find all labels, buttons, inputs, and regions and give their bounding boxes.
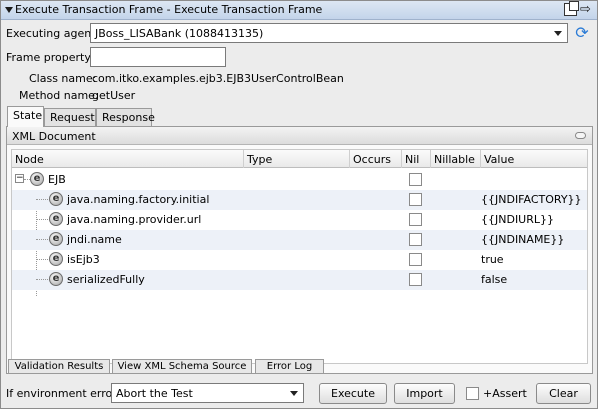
nil-checkbox[interactable]: [409, 233, 422, 246]
element-icon: e: [49, 192, 63, 206]
xml-table: Node Type Occurs Nil Nillable Value − e …: [11, 149, 588, 364]
window-title: Execute Transaction Frame - Execute Tran…: [15, 3, 323, 16]
method-name-label: Method name:: [19, 89, 99, 102]
element-icon: e: [49, 212, 63, 226]
column-header-nillable[interactable]: Nillable: [431, 150, 481, 168]
element-icon: e: [30, 172, 44, 186]
column-header-value[interactable]: Value: [481, 150, 587, 168]
tab-request[interactable]: Request: [44, 108, 96, 127]
column-header-type[interactable]: Type: [244, 150, 350, 168]
node-value[interactable]: {{JNDIURL}}: [481, 213, 554, 226]
node-name: jndi.name: [67, 233, 122, 246]
node-name: java.naming.factory.initial: [67, 193, 210, 206]
class-name-value: com.itko.examples.ejb3.EJB3UserControlBe…: [92, 72, 344, 85]
collapse-triangle-icon[interactable]: [5, 7, 13, 13]
execute-button[interactable]: Execute: [319, 383, 387, 404]
column-header-node[interactable]: Node: [12, 150, 244, 168]
method-name-value: getUser: [92, 89, 136, 102]
class-name-label: Class name:: [29, 72, 97, 85]
chevron-down-icon: [554, 31, 562, 36]
tab-validation-results[interactable]: Validation Results: [8, 359, 110, 374]
nil-checkbox[interactable]: [409, 253, 422, 266]
nil-checkbox[interactable]: [409, 173, 422, 186]
executing-agent-label: Executing agent:: [6, 27, 100, 40]
table-row[interactable]: e java.naming.factory.initial {{JNDIFACT…: [12, 190, 587, 210]
table-header: Node Type Occurs Nil Nillable Value: [12, 150, 587, 168]
node-name: serializedFully: [67, 273, 145, 286]
detach-window-icon[interactable]: [564, 1, 579, 16]
panel-title: XML Document: [12, 130, 96, 143]
chevron-down-icon: [290, 391, 298, 396]
collapse-icon[interactable]: −: [15, 174, 24, 183]
frame-property-label: Frame property:: [6, 51, 94, 64]
tab-view-xml-schema-source[interactable]: View XML Schema Source: [112, 359, 252, 374]
env-error-label: If environment error:: [6, 387, 121, 400]
clear-button[interactable]: Clear: [536, 383, 591, 404]
table-row[interactable]: e isEjb3 true: [12, 250, 587, 270]
column-header-nil[interactable]: Nil: [402, 150, 431, 168]
tab-state[interactable]: State: [7, 106, 44, 127]
panel-header: XML Document: [7, 127, 592, 145]
refresh-icon[interactable]: ⟳: [573, 24, 591, 42]
node-name: isEjb3: [67, 253, 100, 266]
frame-property-input[interactable]: [90, 47, 226, 67]
nil-checkbox[interactable]: [409, 273, 422, 286]
node-name: java.naming.provider.url: [67, 213, 202, 226]
executing-agent-value: JBoss_LISABank (1088413135): [95, 27, 264, 40]
column-header-occurs[interactable]: Occurs: [350, 150, 402, 168]
element-icon: e: [49, 272, 63, 286]
node-name: EJB: [48, 173, 66, 186]
resize-grip-icon[interactable]: [575, 132, 586, 139]
nil-checkbox[interactable]: [409, 213, 422, 226]
import-button[interactable]: Import: [394, 383, 455, 404]
table-row[interactable]: e serializedFully false: [12, 270, 587, 290]
tab-response[interactable]: Response: [96, 108, 155, 127]
arrow-right-icon[interactable]: ⇨: [580, 2, 591, 17]
node-value[interactable]: {{JNDIFACTORY}}: [481, 193, 582, 206]
execute-transaction-frame: Execute Transaction Frame - Execute Tran…: [0, 0, 598, 409]
assert-checkbox[interactable]: [466, 387, 479, 400]
title-bar: Execute Transaction Frame - Execute Tran…: [1, 1, 597, 20]
xml-document-panel: XML Document Node Type Occurs Nil Nillab…: [6, 126, 593, 374]
table-row[interactable]: e java.naming.provider.url {{JNDIURL}}: [12, 210, 587, 230]
table-row[interactable]: e jndi.name {{JNDINAME}}: [12, 230, 587, 250]
executing-agent-select[interactable]: JBoss_LISABank (1088413135): [90, 23, 568, 43]
tab-error-log[interactable]: Error Log: [255, 359, 324, 374]
nil-checkbox[interactable]: [409, 193, 422, 206]
element-icon: e: [49, 252, 63, 266]
element-icon: e: [49, 232, 63, 246]
node-value[interactable]: {{JNDINAME}}: [481, 233, 564, 246]
assert-label: +Assert: [483, 387, 527, 400]
node-value[interactable]: false: [481, 273, 507, 286]
env-error-select[interactable]: Abort the Test: [111, 383, 304, 403]
env-error-value: Abort the Test: [116, 387, 193, 400]
table-row[interactable]: − e EJB: [12, 170, 587, 190]
node-value[interactable]: true: [481, 253, 504, 266]
